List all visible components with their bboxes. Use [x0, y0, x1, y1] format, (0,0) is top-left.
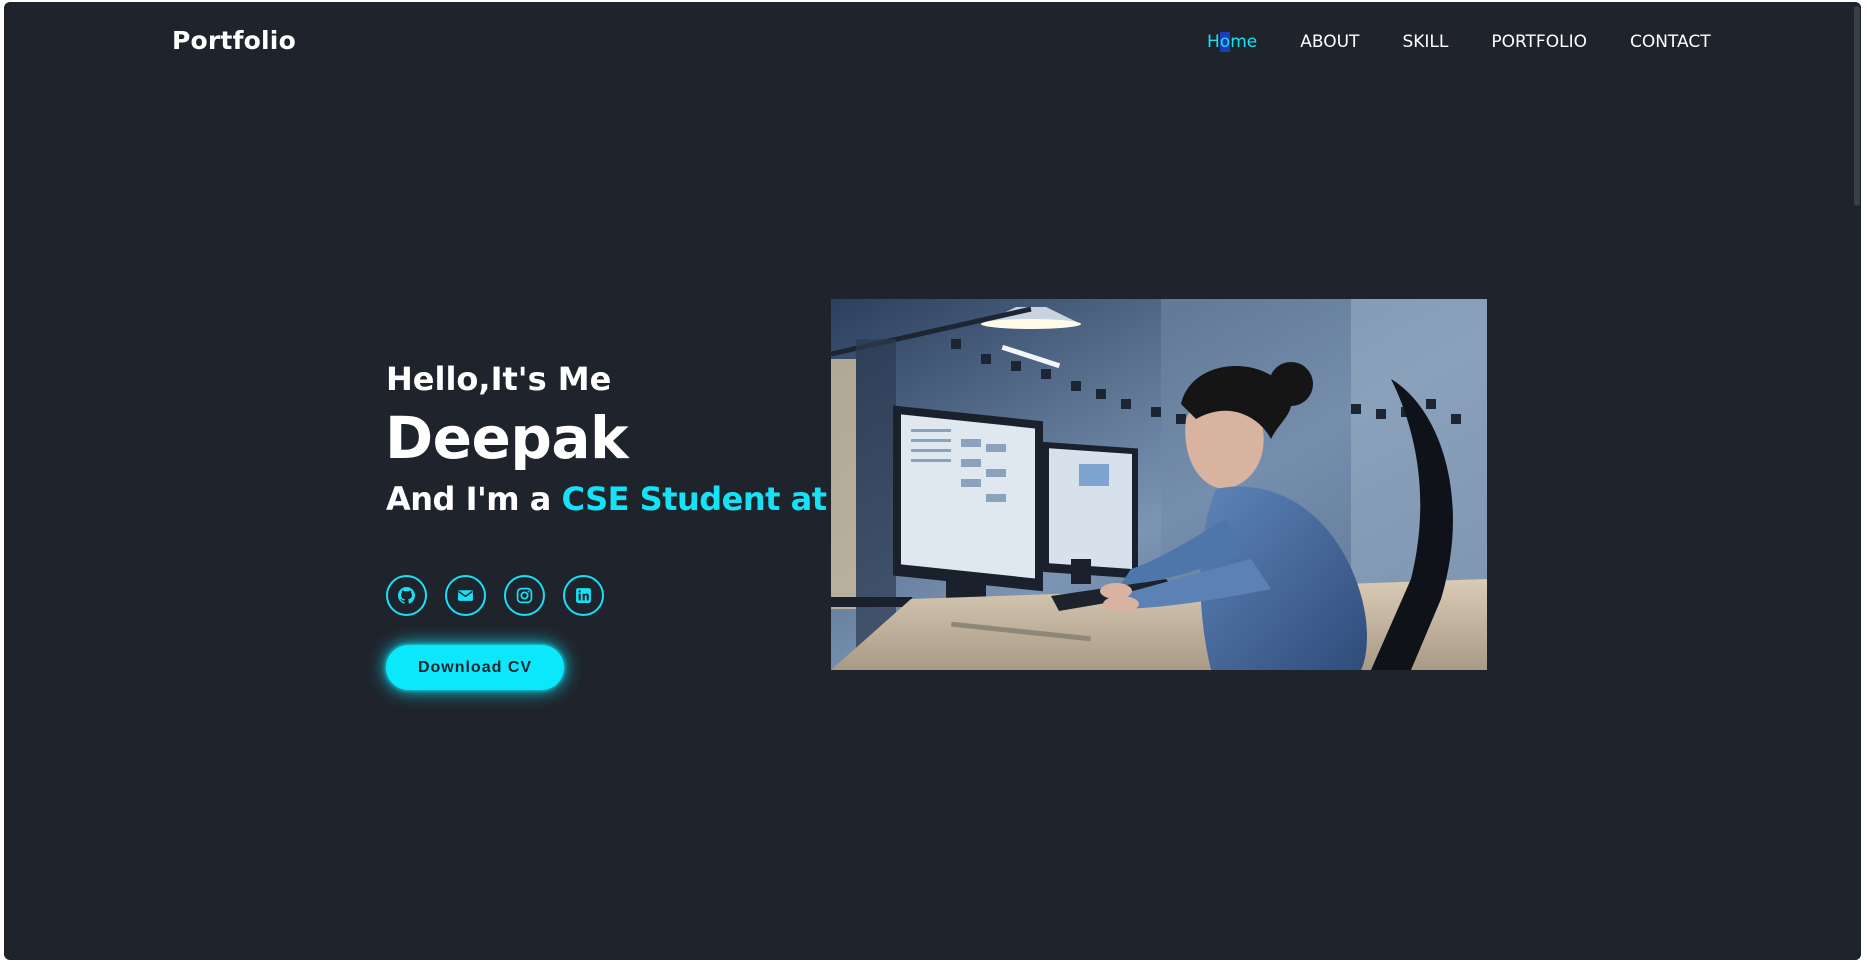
github-icon	[398, 587, 415, 604]
hero-name: Deepak	[385, 404, 629, 472]
instagram-icon	[516, 587, 533, 604]
nav-contact[interactable]: CONTACT	[1630, 32, 1711, 52]
hero-role-prefix: And I'm a	[386, 480, 562, 518]
mail-icon	[458, 590, 473, 601]
nav-about[interactable]: ABOUT	[1300, 32, 1359, 52]
mail-link[interactable]	[445, 575, 486, 616]
page: Portfolio Home ABOUT SKILL PORTFOLIO CON…	[4, 2, 1861, 960]
hero-role: And I'm a CSE Student at III	[386, 480, 876, 518]
logo[interactable]: Portfolio	[172, 26, 296, 55]
social-links	[386, 575, 622, 616]
linkedin-icon	[576, 588, 591, 603]
hero-image	[831, 299, 1487, 670]
hero-greeting: Hello,It's Me	[386, 360, 612, 398]
linkedin-link[interactable]	[563, 575, 604, 616]
nav-skill[interactable]: SKILL	[1402, 32, 1448, 52]
nav-home-label-start: H	[1207, 32, 1220, 52]
github-link[interactable]	[386, 575, 427, 616]
main-nav: Home ABOUT SKILL PORTFOLIO CONTACT	[1207, 32, 1711, 52]
nav-home-label-selection: o	[1219, 32, 1231, 52]
hero-role-typed: CSE Student at III	[561, 480, 872, 518]
nav-home-label-end: me	[1230, 32, 1258, 52]
download-cv-button[interactable]: Download CV	[386, 645, 564, 690]
scrollbar[interactable]	[1851, 2, 1861, 960]
scrollbar-thumb[interactable]	[1854, 6, 1860, 206]
instagram-link[interactable]	[504, 575, 545, 616]
nav-home[interactable]: Home	[1207, 32, 1257, 52]
office-woman-at-computer-image	[831, 299, 1487, 670]
nav-portfolio[interactable]: PORTFOLIO	[1491, 32, 1587, 52]
